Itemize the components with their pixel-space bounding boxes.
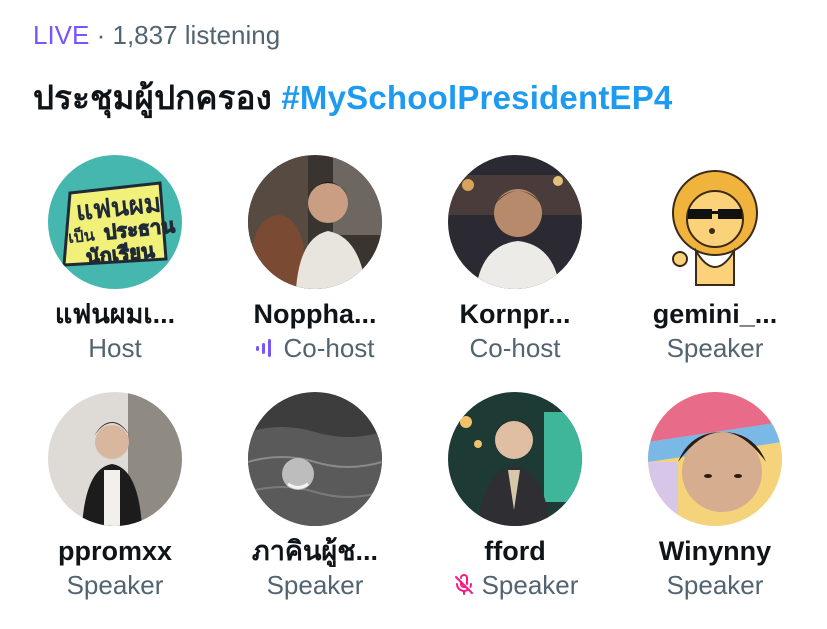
space-title: ประชุมผู้ปกครอง #MySchoolPresidentEP4 [33,76,673,120]
separator: · [89,20,113,50]
listener-count: 1,837 listening [112,20,281,50]
show-logo-avatar[interactable]: แฟนผม เป็น ประธาน นักเรียน [48,155,182,289]
photo-avatar[interactable] [248,155,382,289]
photo-avatar[interactable] [448,392,582,526]
participant-speaker[interactable]: ภาคินผู้ช... Speaker [215,392,415,629]
photo-avatar[interactable] [48,392,182,526]
hashtag-link[interactable]: #MySchoolPresidentEP4 [281,79,672,116]
participant-role: Co-host [255,332,375,364]
participant-cohost[interactable]: Noppha... Co-host [215,155,415,392]
participant-speaker[interactable]: fford Speaker [415,392,615,629]
participant-role: Speaker [66,570,164,600]
photo-avatar[interactable] [648,392,782,526]
participant-speaker[interactable]: ppromxx Speaker [15,392,215,629]
participant-role: Host [88,333,142,363]
participant-name: ภาคินผู้ช... [251,536,379,566]
participant-name: Kornpr... [459,299,571,329]
participant-role: Speaker [666,570,764,600]
space-title-text: ประชุมผู้ปกครอง [33,79,272,116]
live-label: LIVE [33,20,90,50]
participant-speaker[interactable]: Winynny Speaker [615,392,815,629]
participant-cohost[interactable]: Kornpr... Co-host [415,155,615,392]
participant-name: Noppha... [253,299,377,329]
participant-host[interactable]: แฟนผม เป็น ประธาน นักเรียน แฟนผมเ... Hos… [15,155,215,392]
lion-cartoon-avatar[interactable] [648,155,782,289]
photo-avatar[interactable] [248,392,382,526]
space-status: LIVE · 1,837 listening [33,18,280,52]
participant-role: Co-host [469,333,561,363]
participant-role: Speaker [266,570,364,600]
participant-speaker[interactable]: gemini_... Speaker [615,155,815,392]
muted-mic-icon [452,573,476,597]
participant-role: Speaker [666,333,764,363]
speaking-bars-icon [255,338,277,358]
participant-name: fford [484,536,546,566]
participant-name: แฟนผมเ... [54,299,176,329]
photo-avatar[interactable] [448,155,582,289]
participant-grid: แฟนผม เป็น ประธาน นักเรียน แฟนผมเ... Hos… [15,155,815,629]
participant-role: Speaker [452,569,578,601]
participant-name: ppromxx [57,536,173,566]
participant-name: gemini_... [652,299,778,329]
participant-name: Winynny [658,536,772,566]
